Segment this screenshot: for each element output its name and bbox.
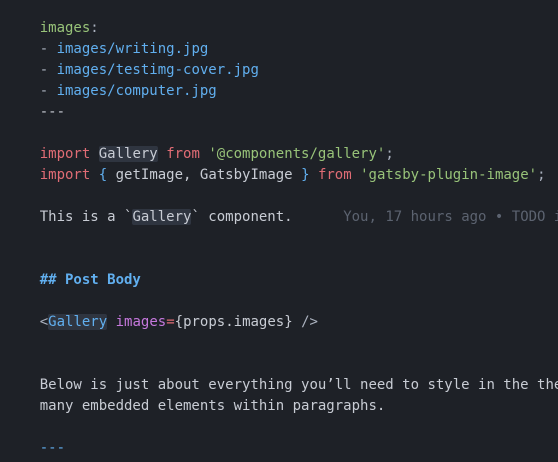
import-names: getImage, GatsbyImage [115,167,293,183]
inline-code: Gallery [132,209,192,225]
frontmatter-list-item[interactable]: - images/testimg-cover.jpg [6,39,259,78]
list-item-path: images/computer.jpg [56,83,217,99]
jsx-equals: = [166,314,175,330]
jsx-brace-open: { [174,314,184,330]
brace-close: } [301,167,310,183]
frontmatter-list-item[interactable]: - images/writing.jpg [6,18,209,57]
import-keyword: import [39,167,91,183]
jsx-expression: props.images [183,314,285,330]
import-line-gallery[interactable]: import Gallery from '@components/gallery… [6,123,394,162]
frontmatter-end-marker: --- [39,104,66,120]
import-source: 'gatsby-plugin-image' [360,167,538,183]
markdown-heading: ## Post Body [39,272,141,288]
jsx-brace-close: } [284,314,293,330]
from-keyword: from [317,167,352,183]
component-text-line[interactable]: This is a `Gallery` component. You, 17 h… [6,186,558,225]
jsx-attribute: images [115,314,167,330]
paragraph-line[interactable]: Below is just about everything you’ll ne… [6,354,558,393]
jsx-self-close: /> [292,314,318,330]
frontmatter-images-line[interactable]: images: [6,0,99,36]
semicolon: ; [537,167,546,183]
brace-open: { [98,167,108,183]
frontmatter-end-line[interactable]: --- [6,81,65,120]
jsx-open-bracket: < [39,314,49,330]
heading-line[interactable]: ## Post Body [6,249,141,288]
markdown-hr: --- [39,440,66,456]
git-blame-annotation: You, 17 hours ago • TODO image [343,209,558,225]
code-editor[interactable]: images: - images/writing.jpg - images/te… [0,0,558,462]
paragraph-text: many embedded elements within paragraphs… [39,398,386,414]
frontmatter-list-item[interactable]: - images/computer.jpg [6,60,217,99]
paragraph-line[interactable]: many embedded elements within paragraphs… [6,375,386,414]
horizontal-rule-line[interactable]: --- [6,417,65,456]
jsx-tag-name: Gallery [48,314,108,330]
text-prefix: This is a ` [39,209,133,225]
text-suffix: ` component. [191,209,293,225]
import-line-gatsby[interactable]: import { getImage, GatsbyImage } from 'g… [6,144,546,183]
jsx-gallery-line[interactable]: <Gallery images={props.images} /> [6,291,318,330]
